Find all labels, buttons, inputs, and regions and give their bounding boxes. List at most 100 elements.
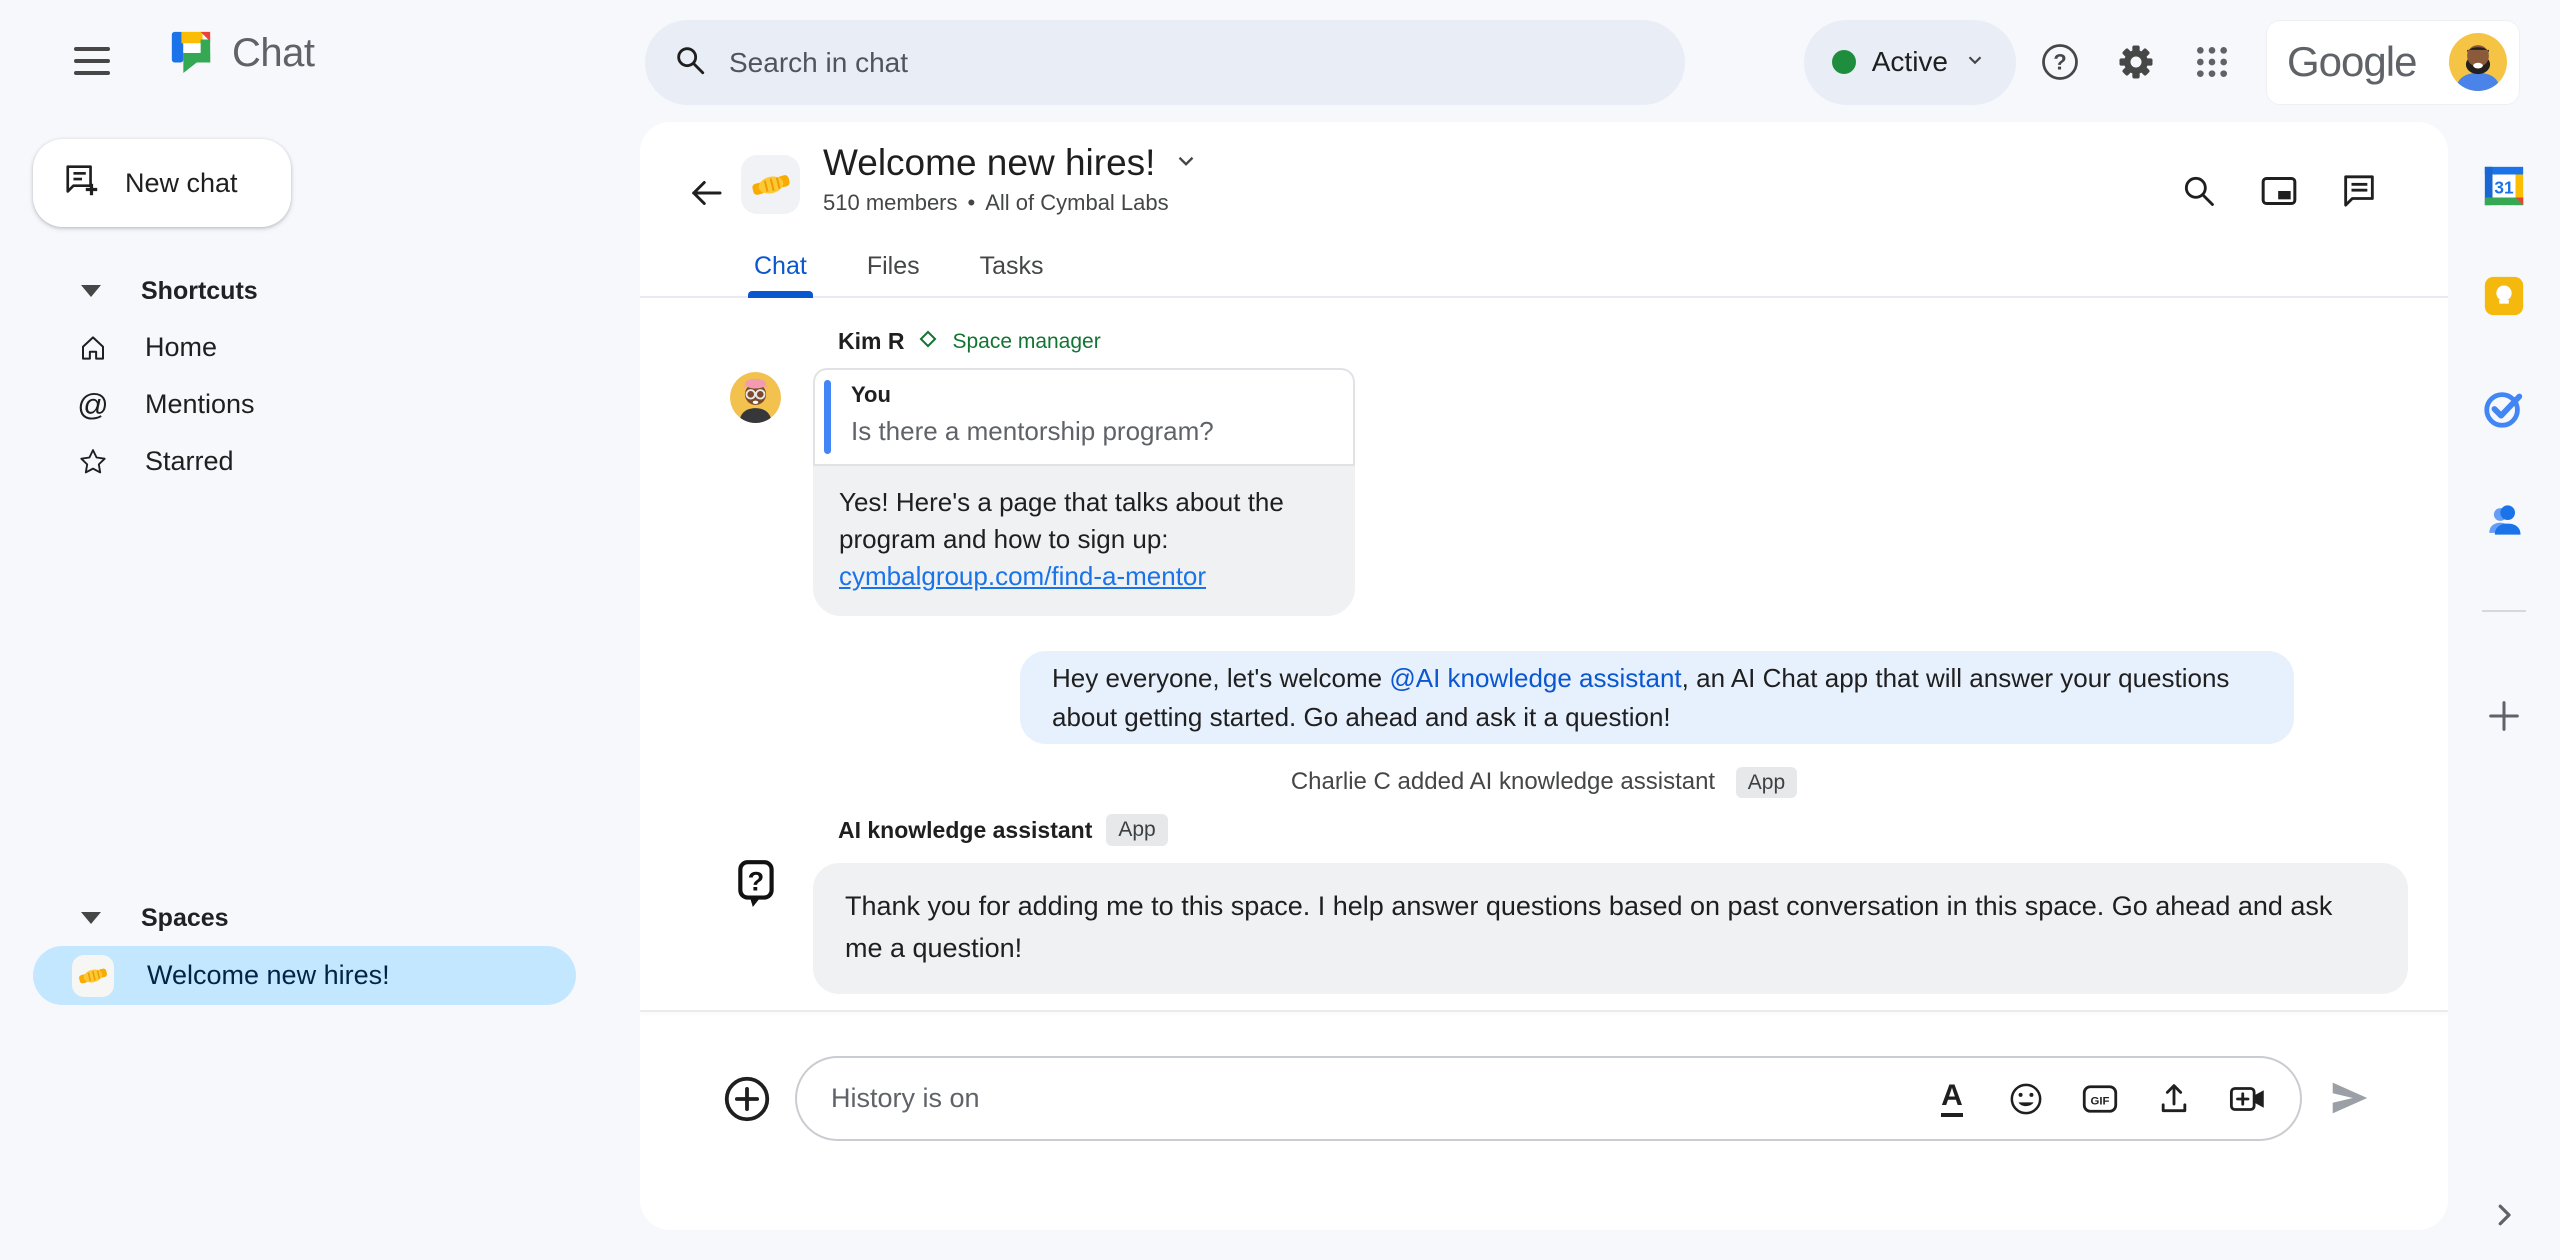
space-header: Welcome new hires! 510 members • All of … [823, 142, 1199, 216]
left-sidebar: New chat Shortcuts Home @ Mentions Starr… [0, 122, 640, 1260]
svg-text:31: 31 [2494, 178, 2514, 198]
avatar-ai-assistant[interactable]: ? [732, 858, 783, 909]
send-button[interactable] [2324, 1074, 2374, 1124]
handshake-emoji-avatar [72, 954, 114, 997]
chevron-down-icon [1964, 49, 1986, 76]
account-avatar[interactable] [2449, 33, 2507, 91]
quote-author: You [851, 382, 891, 407]
sender-name: Kim R [838, 328, 905, 354]
page-title: Welcome new hires! [823, 142, 1156, 183]
search-input[interactable] [729, 46, 1685, 79]
home-icon [77, 333, 109, 363]
dot-separator: • [967, 190, 976, 215]
keep-icon[interactable] [2476, 268, 2532, 324]
new-chat-button[interactable]: New chat [33, 139, 291, 227]
tab-tasks[interactable]: Tasks [950, 237, 1074, 296]
role-label: Space manager [952, 329, 1101, 353]
space-tabs: Chat Files Tasks [640, 237, 2448, 298]
sidebar-item-home[interactable]: Home [33, 319, 640, 376]
tasks-icon[interactable] [2476, 380, 2532, 436]
avatar-kim[interactable] [730, 372, 781, 423]
google-wordmark: Google [2287, 38, 2417, 85]
member-count: 510 members [823, 190, 958, 215]
new-chat-icon [63, 161, 101, 206]
add-attachment-button[interactable] [720, 1072, 774, 1126]
upload-button[interactable] [2152, 1077, 2196, 1121]
compose-toolbar: A GIF [1930, 1077, 2270, 1121]
message-bubble-welcome: Hey everyone, let's welcome @AI knowledg… [1020, 651, 2294, 744]
main-menu-button[interactable] [74, 39, 130, 83]
message-bubble-kim: Yes! Here's a page that talks about the … [813, 466, 1355, 616]
space-title-menu[interactable]: Welcome new hires! [823, 142, 1199, 184]
add-app-button[interactable] [2476, 688, 2532, 744]
search-in-space-button[interactable] [2174, 166, 2224, 216]
sidebar-item-label: Starred [145, 446, 234, 476]
rail-divider [2482, 610, 2526, 612]
app-badge: App [1735, 767, 1798, 798]
help-button[interactable]: ? [2028, 30, 2092, 94]
message-sender-row: AI knowledge assistant App [838, 814, 1168, 846]
shortcuts-section-header[interactable]: Shortcuts [33, 263, 640, 319]
side-panel-rail: 31 [2448, 122, 2560, 1260]
back-button[interactable] [678, 166, 734, 222]
settings-gear-button[interactable] [2104, 30, 2168, 94]
text-format-button[interactable]: A [1930, 1077, 1974, 1121]
space-subtitle: 510 members • All of Cymbal Labs [823, 190, 1199, 216]
picture-in-picture-button[interactable] [2254, 166, 2304, 216]
collapse-triangle-icon [81, 912, 101, 924]
sender-name: AI knowledge assistant [838, 816, 1093, 843]
message-input[interactable] [797, 1083, 1930, 1114]
chat-threads-button[interactable] [2334, 166, 2384, 216]
system-event-row: Charlie C added AI knowledge assistant A… [640, 767, 2448, 798]
svg-text:?: ? [748, 865, 765, 896]
ai-assistant-mention[interactable]: @AI knowledge assistant [1389, 663, 1681, 693]
at-mention-icon: @ [77, 387, 109, 422]
expand-panel-chevron[interactable] [2482, 1194, 2526, 1238]
topbar-actions: Active ? Google [1803, 19, 2520, 105]
sidebar-item-starred[interactable]: Starred [33, 433, 640, 490]
sidebar-space-welcome-new-hires[interactable]: Welcome new hires! [33, 946, 576, 1005]
compose-divider [640, 1010, 2448, 1012]
chat-logo: Chat [168, 28, 315, 79]
star-icon [77, 447, 109, 477]
chat-product-icon [168, 28, 214, 79]
emoji-button[interactable] [2004, 1077, 2048, 1121]
space-avatar [741, 155, 800, 214]
spaces-section-header[interactable]: Spaces [33, 890, 640, 946]
shortcuts-label: Shortcuts [141, 276, 258, 305]
sidebar-item-label: Mentions [145, 389, 255, 419]
space-panel: Welcome new hires! 510 members • All of … [640, 122, 2448, 1230]
tab-files[interactable]: Files [837, 237, 950, 296]
message-text: Thank you for adding me to this space. I… [845, 891, 2333, 963]
svg-text:GIF: GIF [2091, 1095, 2110, 1107]
svg-text:?: ? [2053, 49, 2066, 74]
top-bar: Chat Active [0, 0, 2560, 122]
collapse-triangle-icon [81, 285, 101, 297]
mentor-link[interactable]: cymbalgroup.com/find-a-mentor [839, 561, 1206, 591]
calendar-icon[interactable]: 31 [2476, 158, 2532, 214]
account-switcher[interactable]: Google [2266, 19, 2520, 105]
search-icon [673, 43, 707, 82]
quote-accent-bar [824, 380, 831, 454]
status-label: Active [1871, 46, 1948, 77]
status-selector[interactable]: Active [1803, 19, 2016, 105]
google-apps-grid-button[interactable] [2180, 30, 2244, 94]
compose-bar: A GIF [640, 1056, 2448, 1141]
new-chat-label: New chat [125, 167, 238, 198]
spaces-label: Spaces [141, 903, 229, 932]
quoted-message-card[interactable]: You Is there a mentorship program? [813, 368, 1355, 466]
gif-button[interactable]: GIF [2078, 1077, 2122, 1121]
tab-chat[interactable]: Chat [724, 237, 837, 298]
message-list: Kim R Space manager You Is there a mento… [640, 298, 2448, 1010]
system-event-text: Charlie C added AI knowledge assistant [1290, 768, 1716, 795]
google-chat-app: Chat Active [0, 0, 2560, 1260]
search-bar[interactable] [645, 20, 1685, 105]
video-meeting-button[interactable] [2226, 1077, 2270, 1121]
app-badge: App [1106, 814, 1168, 846]
space-name-label: Welcome new hires! [147, 960, 390, 990]
sidebar-item-mentions[interactable]: @ Mentions [33, 376, 640, 433]
format-icon: A [1941, 1080, 1963, 1117]
sidebar-item-label: Home [145, 332, 218, 362]
contacts-icon[interactable] [2476, 492, 2532, 548]
message-input-pill: A GIF [795, 1056, 2302, 1141]
